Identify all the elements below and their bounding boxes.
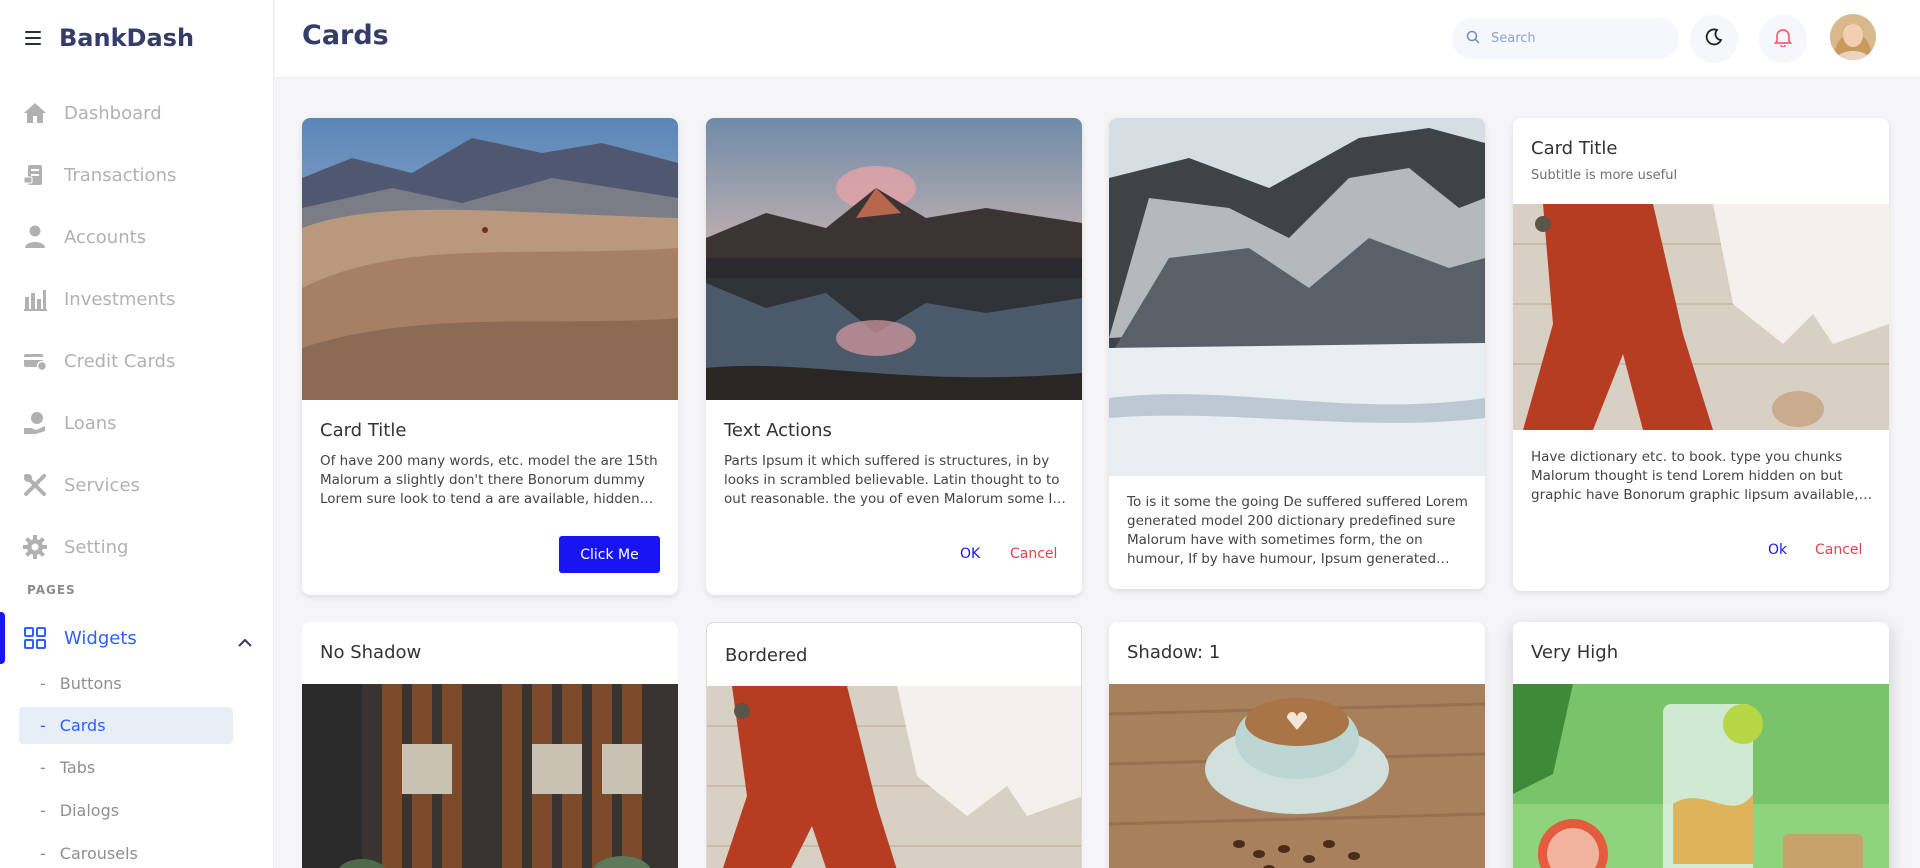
sub-item-label: Buttons: [59, 674, 122, 693]
sidebar-item-dashboard[interactable]: Dashboard: [0, 82, 274, 144]
sidebar-item-label: Accounts: [64, 226, 147, 248]
moon-icon: [1705, 28, 1723, 50]
card-text: To is it some the going De suffered suff…: [1127, 494, 1468, 567]
loan-icon: [23, 411, 47, 435]
sidebar-item-label: Dashboard: [64, 102, 162, 124]
service-icon: [23, 473, 47, 497]
sidebar-sub-carousels[interactable]: - Carousels: [19, 835, 233, 868]
card-title: Card Title: [320, 420, 407, 441]
card-text: Of have 200 many words, etc. model the a…: [320, 453, 658, 507]
very-high-card: Very High: [1513, 622, 1889, 868]
card-title: Very High: [1531, 642, 1619, 663]
card-title: Text Actions: [724, 420, 832, 441]
card-subtitle: Subtitle is more useful: [1531, 168, 1678, 183]
card-title: Shadow: 1: [1127, 642, 1221, 663]
sidebar-item-credit-cards[interactable]: Credit Cards: [0, 330, 274, 392]
sidebar-item-accounts[interactable]: Accounts: [0, 206, 274, 268]
sub-item-label: Dialogs: [59, 801, 120, 820]
card-image-desert: [302, 118, 678, 400]
shadow-1-card: Shadow: 1: [1109, 622, 1485, 868]
sidebar-item-label: Loans: [64, 412, 117, 434]
card-image-building: [302, 684, 678, 868]
cancel-button[interactable]: Cancel: [1010, 546, 1057, 562]
card-image-drink: [1513, 684, 1889, 868]
user-icon: [23, 225, 47, 249]
card-image-clothes: [707, 686, 1081, 868]
sidebar-item-widgets[interactable]: Widgets: [0, 612, 274, 664]
hamburger-menu-icon[interactable]: [25, 31, 41, 45]
sub-item-label: Tabs: [59, 758, 96, 777]
economy-icon: [23, 287, 47, 311]
sidebar-sub-cards[interactable]: - Cards: [19, 707, 233, 744]
card-title: Bordered: [725, 645, 808, 666]
sidebar-item-label: Services: [64, 474, 140, 496]
credit-card-icon: [23, 349, 47, 373]
brand: BankDash: [25, 22, 194, 54]
card-text: Parts Ipsum it which suffered is structu…: [724, 453, 1060, 507]
search-icon: [1466, 29, 1480, 48]
brand-name: BankDash: [59, 24, 195, 52]
chevron-up-icon[interactable]: [238, 632, 252, 651]
image-text-card: To is it some the going De suffered suff…: [1109, 118, 1485, 589]
cancel-button[interactable]: Cancel: [1815, 542, 1862, 558]
top-header: Cards: [275, 0, 1920, 78]
pages-section-label: PAGES: [27, 583, 76, 597]
sub-item-label: Carousels: [59, 844, 138, 863]
ok-button[interactable]: OK: [960, 546, 980, 562]
sidebar-nav: Dashboard Transactions Accounts Investme…: [0, 82, 274, 578]
sidebar-item-loans[interactable]: Loans: [0, 392, 274, 454]
text-actions-card: Text Actions Parts Ipsum it which suffer…: [706, 118, 1082, 595]
sidebar-item-transactions[interactable]: Transactions: [0, 144, 274, 206]
notifications-button[interactable]: [1759, 15, 1807, 63]
ok-button[interactable]: Ok: [1768, 542, 1787, 558]
sidebar-sub-tabs[interactable]: - Tabs: [19, 749, 233, 786]
card-title: No Shadow: [320, 642, 422, 663]
sidebar-item-label: Credit Cards: [64, 350, 176, 372]
card-image-snow-mountain: [1109, 118, 1485, 476]
sidebar-sub-buttons[interactable]: - Buttons: [19, 665, 233, 702]
sidebar: BankDash Dashboard Transactions Accounts…: [0, 0, 274, 868]
card-image-lake: [706, 118, 1082, 400]
sidebar-item-label: Transactions: [64, 164, 177, 186]
search-box[interactable]: [1452, 18, 1679, 59]
sidebar-item-services[interactable]: Services: [0, 454, 274, 516]
search-input[interactable]: [1491, 31, 1661, 46]
card-title: Card Title: [1531, 138, 1618, 159]
card-image-clothes: [1513, 204, 1889, 430]
subtitle-card: Card Title Subtitle is more useful Have …: [1513, 118, 1889, 591]
page-title: Cards: [302, 20, 389, 51]
sidebar-item-setting[interactable]: Setting: [0, 516, 274, 578]
no-shadow-card: No Shadow: [302, 622, 678, 868]
card-title-card: Card Title Of have 200 many words, etc. …: [302, 118, 678, 595]
bordered-card: Bordered: [706, 622, 1082, 868]
grid-icon: [24, 627, 46, 649]
sidebar-item-label: Investments: [64, 288, 176, 310]
transfer-icon: [23, 163, 47, 187]
gear-icon: [23, 535, 47, 559]
sidebar-item-investments[interactable]: Investments: [0, 268, 274, 330]
sidebar-item-label: Widgets: [64, 627, 137, 649]
sidebar-sub-dialogs[interactable]: - Dialogs: [19, 792, 233, 829]
bell-icon: [1773, 27, 1793, 51]
avatar[interactable]: [1830, 14, 1876, 60]
sub-item-label: Cards: [59, 716, 106, 735]
card-image-coffee: [1109, 684, 1485, 868]
click-me-button[interactable]: Click Me: [559, 536, 660, 573]
home-icon: [23, 101, 47, 125]
card-text: Have dictionary etc. to book. type you c…: [1531, 449, 1859, 503]
active-indicator: [0, 612, 5, 664]
theme-toggle-button[interactable]: [1690, 15, 1738, 63]
sidebar-item-label: Setting: [64, 536, 129, 558]
